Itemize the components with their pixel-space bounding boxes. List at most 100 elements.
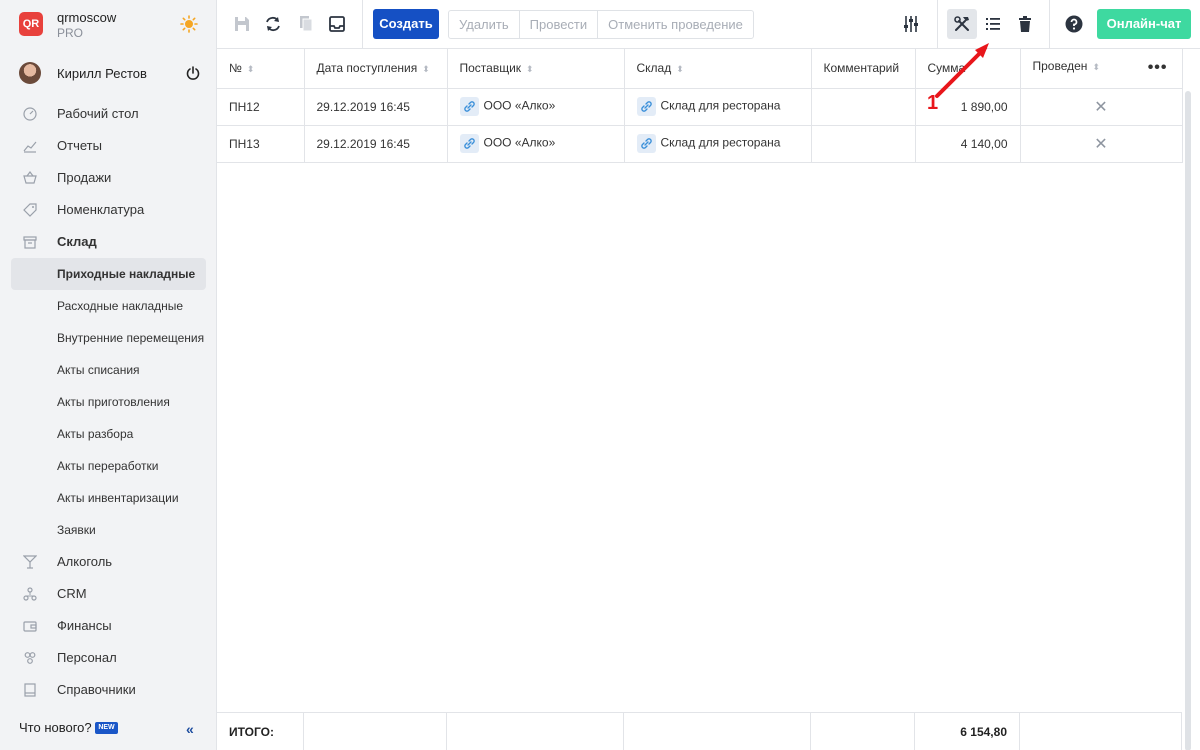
- col-header-posted[interactable]: Проведен ⬍ •••: [1020, 49, 1183, 89]
- nav-item-crm[interactable]: CRM: [0, 578, 217, 610]
- col-header-warehouse[interactable]: Склад ⬍: [624, 49, 812, 89]
- sort-icon[interactable]: ⬍: [247, 64, 255, 74]
- nav-item-dashboard[interactable]: Рабочий стол: [0, 98, 217, 130]
- book-icon: [24, 683, 36, 697]
- nav-item-warehouse[interactable]: Склад: [0, 226, 217, 258]
- trash-icon[interactable]: [1016, 15, 1034, 33]
- sub-item-internal-transfers[interactable]: Внутренние перемещения: [0, 322, 217, 354]
- cell-warehouse[interactable]: Склад для ресторана: [624, 125, 812, 163]
- reports-icon: [23, 141, 37, 153]
- nav-item-finance[interactable]: Финансы: [0, 610, 217, 642]
- supplier-name: ООО «Алко»: [483, 98, 556, 113]
- list-icon[interactable]: [984, 15, 1002, 33]
- col-header-supplier[interactable]: Поставщик ⬍: [447, 49, 625, 89]
- table-row[interactable]: ПН12 29.12.2019 16:45 ООО «Алко» Склад д…: [217, 88, 1183, 126]
- col-header-label: Поставщик: [459, 61, 522, 76]
- col-header-label: Проведен: [1032, 59, 1088, 74]
- nav-item-reports[interactable]: Отчеты: [0, 130, 217, 162]
- refresh-icon[interactable]: [264, 15, 282, 33]
- link-icon[interactable]: [636, 134, 656, 153]
- sort-icon[interactable]: ⬍: [676, 64, 684, 74]
- invoices-table: № ⬍ Дата поступления ⬍ Поставщик ⬍ Склад ⬍ К…: [217, 49, 1183, 163]
- total-label: ИТОГО:: [229, 725, 274, 739]
- col-header-comment[interactable]: Комментарий: [811, 49, 916, 89]
- whats-new-label: Что нового?: [19, 720, 92, 735]
- total-empty-cell: [624, 713, 811, 750]
- total-empty-cell: [811, 713, 915, 750]
- cell-date: 29.12.2019 16:45: [304, 125, 448, 163]
- sub-item-outgoing-invoices[interactable]: Расходные накладные: [0, 290, 217, 322]
- sub-label: Акты инвентаризации: [57, 491, 179, 505]
- sliders-icon[interactable]: [902, 15, 920, 33]
- online-chat-button[interactable]: Онлайн-чат: [1097, 9, 1191, 39]
- sub-item-cooking-acts[interactable]: Акты приготовления: [0, 386, 217, 418]
- more-options-icon[interactable]: •••: [1148, 59, 1168, 77]
- nav-item-alcohol[interactable]: Алкоголь: [0, 546, 217, 578]
- nav-item-sales[interactable]: Продажи: [0, 162, 217, 194]
- collapse-sidebar-icon[interactable]: «: [186, 721, 194, 737]
- brand-header[interactable]: QR qrmoscow PRO: [0, 0, 217, 48]
- col-header-date[interactable]: Дата поступления ⬍: [304, 49, 448, 89]
- total-sum-cell: 6 154,80: [915, 713, 1020, 750]
- sort-icon[interactable]: ⬍: [422, 64, 430, 74]
- tools-button[interactable]: [947, 9, 977, 39]
- nav-label: Номенклатура: [57, 202, 145, 217]
- nav-label: Справочники: [57, 682, 136, 697]
- user-row[interactable]: Кирилл Рестов: [0, 56, 217, 92]
- link-icon[interactable]: [636, 97, 656, 116]
- sub-item-write-offs[interactable]: Акты списания: [0, 354, 217, 386]
- total-label-cell: ИТОГО:: [217, 713, 304, 750]
- copy-icon[interactable]: [297, 15, 315, 33]
- sub-label: Приходные накладные: [57, 267, 196, 281]
- people-icon: [24, 652, 36, 664]
- cell-sum: 4 140,00: [915, 125, 1021, 163]
- nav-label: Отчеты: [57, 138, 102, 153]
- link-icon[interactable]: [459, 97, 479, 116]
- theme-sun-icon[interactable]: [180, 15, 198, 33]
- nav-label: Рабочий стол: [57, 106, 139, 121]
- toolbar: Создать Удалить Провести Отменить провед…: [217, 0, 1200, 49]
- cell-date: 29.12.2019 16:45: [304, 88, 448, 126]
- sort-icon[interactable]: ⬍: [526, 64, 534, 74]
- power-icon[interactable]: [185, 65, 201, 81]
- delete-button[interactable]: Удалить: [449, 11, 520, 38]
- sub-item-processing-acts[interactable]: Акты переработки: [0, 450, 217, 482]
- new-badge: NEW: [95, 722, 118, 734]
- post-button[interactable]: Провести: [520, 11, 599, 38]
- sub-item-disassembly-acts[interactable]: Акты разбора: [0, 418, 217, 450]
- help-icon[interactable]: [1065, 15, 1083, 33]
- brand-logo: QR: [19, 12, 43, 36]
- total-row: ИТОГО: 6 154,80: [217, 712, 1182, 750]
- table-row[interactable]: ПН13 29.12.2019 16:45 ООО «Алко» Склад д…: [217, 125, 1183, 163]
- cell-supplier[interactable]: ООО «Алко»: [447, 125, 625, 163]
- create-button[interactable]: Создать: [373, 9, 439, 39]
- cell-warehouse[interactable]: Склад для ресторана: [624, 88, 812, 126]
- cell-posted: ✕: [1020, 88, 1183, 126]
- glass-icon: [23, 555, 37, 569]
- toolbar-divider: [1049, 0, 1050, 48]
- nav-item-references[interactable]: Справочники: [0, 674, 217, 706]
- cell-num: ПН13: [217, 125, 305, 163]
- vertical-scrollbar[interactable]: [1185, 91, 1191, 750]
- wallet-icon: [23, 621, 37, 632]
- avatar: [19, 62, 41, 84]
- supplier-name: ООО «Алко»: [483, 135, 556, 150]
- nav-label: Продажи: [57, 170, 112, 185]
- link-icon[interactable]: [459, 134, 479, 153]
- cell-supplier[interactable]: ООО «Алко»: [447, 88, 625, 126]
- unpost-button[interactable]: Отменить проведение: [598, 11, 753, 38]
- whats-new[interactable]: Что нового? NEW «: [0, 710, 217, 746]
- total-empty-cell: [447, 713, 624, 750]
- save-icon[interactable]: [233, 15, 251, 33]
- sub-item-requests[interactable]: Заявки: [0, 514, 217, 546]
- inbox-icon[interactable]: [328, 15, 346, 33]
- col-header-num[interactable]: № ⬍: [217, 49, 305, 89]
- nav-label: CRM: [57, 586, 87, 601]
- nav-item-staff[interactable]: Персонал: [0, 642, 217, 674]
- sub-item-inventory-acts[interactable]: Акты инвентаризации: [0, 482, 217, 514]
- cell-num: ПН12: [217, 88, 305, 126]
- sub-item-incoming-invoices[interactable]: Приходные накладные: [11, 258, 206, 290]
- nav-item-nomenclature[interactable]: Номенклатура: [0, 194, 217, 226]
- warehouse-name: Склад для ресторана: [660, 135, 781, 150]
- sort-icon[interactable]: ⬍: [1092, 62, 1100, 72]
